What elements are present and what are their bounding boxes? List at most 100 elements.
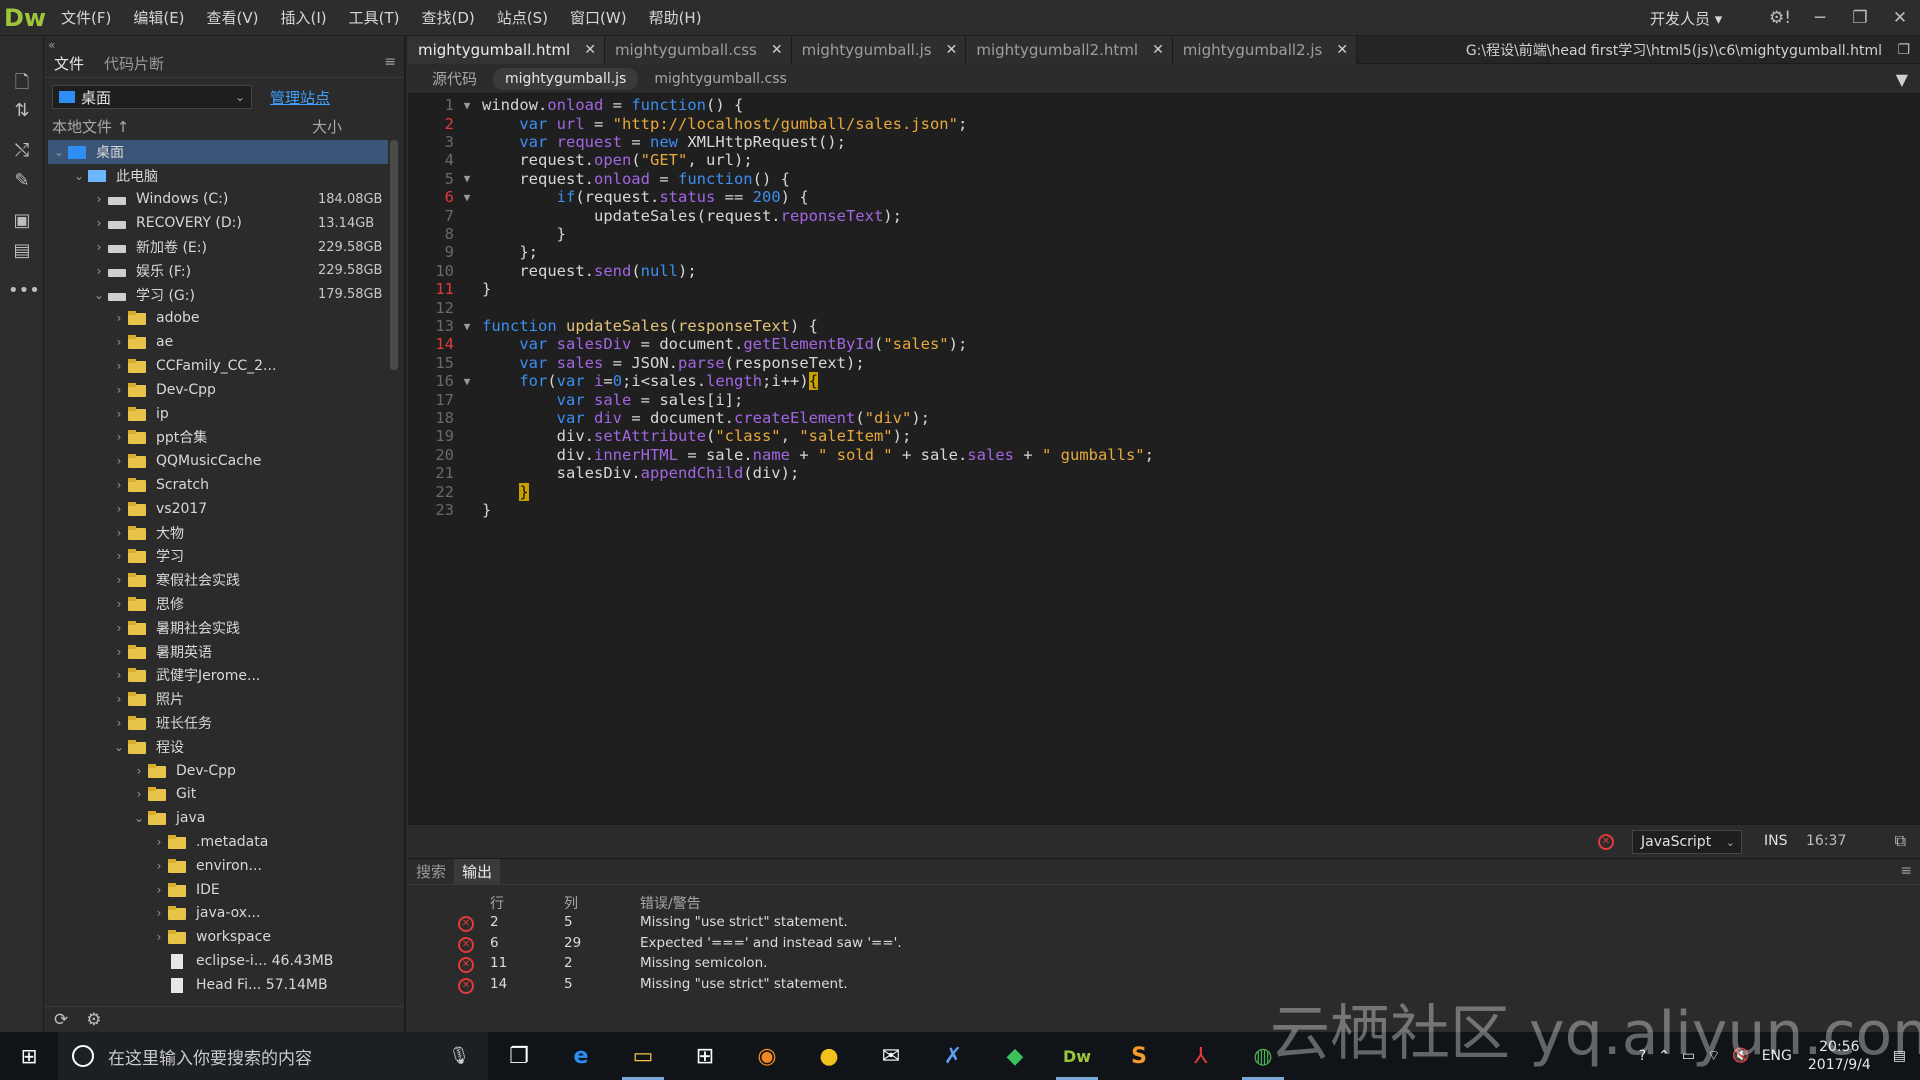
tree-item[interactable]: › ip	[48, 402, 388, 426]
chevron-right-icon[interactable]: ›	[112, 573, 126, 587]
chevron-right-icon[interactable]: ›	[152, 883, 166, 897]
chevron-right-icon[interactable]: ›	[152, 835, 166, 849]
chevron-right-icon[interactable]: ›	[92, 216, 106, 230]
chevron-right-icon[interactable]: ›	[152, 930, 166, 944]
transfer-icon[interactable]: ⇅	[8, 100, 36, 126]
chevron-right-icon[interactable]: ›	[112, 597, 126, 611]
chevron-right-icon[interactable]: ›	[112, 478, 126, 492]
close-tab-icon[interactable]: ✕	[771, 42, 783, 58]
tree-item[interactable]: › 武健宇Jerome...	[48, 664, 388, 688]
fold-toggle-icon[interactable]: ▼	[460, 191, 474, 204]
battery-icon[interactable]: ▭	[1682, 1048, 1695, 1064]
chevron-right-icon[interactable]: ›	[112, 502, 126, 516]
tree-item[interactable]: › 娱乐 (F:) 229.58GB	[48, 259, 388, 283]
chevron-right-icon[interactable]: ›	[112, 692, 126, 706]
menu-item[interactable]: 插入(I)	[270, 7, 338, 28]
tree-item[interactable]: › 思修	[48, 592, 388, 616]
chevron-down-icon[interactable]: ⌄	[132, 811, 146, 825]
tree-item[interactable]: › 暑期英语	[48, 640, 388, 664]
minimize-icon[interactable]: ─	[1800, 8, 1840, 28]
col-size[interactable]: 大小	[312, 116, 342, 138]
tree-item[interactable]: › Dev-Cpp	[48, 759, 388, 783]
tree-item[interactable]: › RECOVERY (D:) 13.14GB	[48, 211, 388, 235]
chevron-down-icon[interactable]: ⌄	[72, 169, 86, 183]
tree-item[interactable]: Head Fi... 57.14MB	[48, 973, 388, 997]
firefox-icon[interactable]: ◉	[736, 1032, 798, 1080]
chevron-right-icon[interactable]: ›	[152, 859, 166, 873]
tree-item[interactable]: › QQMusicCache	[48, 449, 388, 473]
filter-icon[interactable]: ▼	[1896, 70, 1908, 89]
input-language[interactable]: ENG	[1762, 1048, 1792, 1064]
tree-item[interactable]: › java-ox...	[48, 902, 388, 926]
tree-item[interactable]: ⌄ 桌面	[48, 140, 388, 164]
tree-item[interactable]: › workspace	[48, 925, 388, 949]
code-editor[interactable]: 1 ▼ window.onload = function() {2 var url …	[408, 94, 1920, 824]
chevron-right-icon[interactable]: ›	[112, 621, 126, 635]
chevron-right-icon[interactable]: ›	[152, 906, 166, 920]
task-view-icon[interactable]: ❐	[488, 1032, 550, 1080]
tree-item[interactable]: ⌄ java	[48, 806, 388, 830]
document-tab[interactable]: mightygumball2.js ✕	[1172, 36, 1358, 64]
sublime-icon[interactable]: S	[1108, 1032, 1170, 1080]
xmind-icon[interactable]: ✗	[922, 1032, 984, 1080]
tree-item[interactable]: › CCFamily_CC_2...	[48, 354, 388, 378]
source-code-button[interactable]: 源代码	[420, 68, 489, 89]
tab-output[interactable]: 输出	[454, 858, 501, 885]
tree-item[interactable]: › 寒假社会实践	[48, 568, 388, 592]
taskbar-search[interactable]: 在这里输入你要搜索的内容 🎙	[58, 1032, 488, 1080]
chevron-up-icon[interactable]: ⌃	[1658, 1048, 1670, 1064]
menu-item[interactable]: 窗口(W)	[559, 7, 638, 28]
mail-icon[interactable]: ✉	[860, 1032, 922, 1080]
tab-files[interactable]: 文件	[44, 53, 94, 74]
edge-icon[interactable]: e	[550, 1032, 612, 1080]
windows-start-icon[interactable]: ⊞	[0, 1044, 58, 1068]
close-tab-icon[interactable]: ✕	[946, 42, 958, 58]
document-tab[interactable]: mightygumball2.html ✕	[966, 36, 1173, 64]
menu-item[interactable]: 站点(S)	[486, 7, 559, 28]
chevron-right-icon[interactable]: ›	[92, 192, 106, 206]
tab-search[interactable]: 搜索	[408, 861, 454, 882]
close-icon[interactable]: ✕	[1880, 8, 1920, 28]
store-icon[interactable]: ⊞	[674, 1032, 736, 1080]
snippet-icon[interactable]: ▤	[8, 240, 36, 266]
fold-toggle-icon[interactable]: ▼	[460, 375, 474, 388]
chevron-right-icon[interactable]: ›	[112, 526, 126, 540]
tree-item[interactable]: › .metadata	[48, 830, 388, 854]
file-explorer-icon[interactable]: ▭	[612, 1032, 674, 1080]
insert-mode[interactable]: INS	[1764, 833, 1788, 849]
chevron-right-icon[interactable]: ›	[112, 668, 126, 682]
chrome-icon[interactable]: ◍	[1232, 1032, 1294, 1080]
tree-item[interactable]: › ppt合集	[48, 426, 388, 450]
menu-item[interactable]: 工具(T)	[338, 7, 411, 28]
chevron-right-icon[interactable]: ›	[112, 549, 126, 563]
menu-item[interactable]: 查看(V)	[196, 7, 270, 28]
tree-item[interactable]: › 新加卷 (E:) 229.58GB	[48, 235, 388, 259]
tree-scrollbar[interactable]	[390, 140, 398, 370]
tree-item[interactable]: › 暑期社会实践	[48, 616, 388, 640]
related-file-tab[interactable]: mightygumball.js	[493, 67, 639, 90]
chevron-right-icon[interactable]: ›	[112, 645, 126, 659]
document-tab[interactable]: mightygumball.css ✕	[604, 36, 792, 64]
menu-item[interactable]: 查找(D)	[411, 7, 486, 28]
chevron-down-icon[interactable]: ⌄	[92, 288, 106, 302]
expand-icon[interactable]: ⤭	[8, 140, 36, 166]
tree-item[interactable]: › adobe	[48, 307, 388, 331]
chevron-right-icon[interactable]: ›	[92, 240, 106, 254]
wifi-icon[interactable]: ⌔	[1707, 1047, 1720, 1065]
menu-item[interactable]: 文件(F)	[50, 7, 122, 28]
manage-sites-link[interactable]: 管理站点	[270, 87, 330, 108]
help-icon[interactable]: ?	[1639, 1048, 1646, 1064]
site-select[interactable]: 桌面 ⌄	[52, 85, 252, 109]
tree-item[interactable]: › 学习	[48, 545, 388, 569]
dreamweaver-app-icon[interactable]: Dw	[1046, 1032, 1108, 1080]
chevron-right-icon[interactable]: ›	[132, 787, 146, 801]
restore-doc-icon[interactable]: ❐	[1897, 42, 1910, 58]
chevron-right-icon[interactable]: ›	[112, 407, 126, 421]
related-file-tab[interactable]: mightygumball.css	[642, 71, 798, 87]
microphone-icon[interactable]: 🎙	[448, 1046, 470, 1066]
menu-item[interactable]: 帮助(H)	[638, 7, 713, 28]
panel-menu-icon[interactable]: ≡	[384, 54, 396, 70]
music-app-icon[interactable]: ●	[798, 1032, 860, 1080]
restore-icon[interactable]: ❐	[1840, 8, 1880, 28]
tree-item[interactable]: › Git	[48, 783, 388, 807]
